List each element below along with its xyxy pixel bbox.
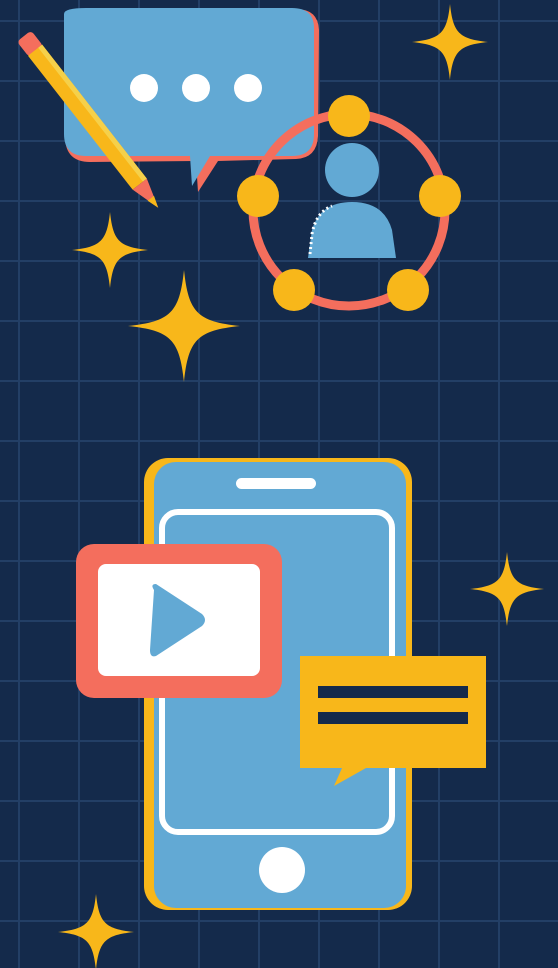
sparkle-icon: [58, 894, 134, 968]
illustration-canvas: [0, 0, 558, 968]
user-network-icon: [237, 95, 461, 311]
sparkle-icon: [412, 4, 488, 80]
sparkle-icon: [470, 552, 544, 626]
video-player-icon: [76, 544, 282, 698]
chat-message-icon: [300, 656, 486, 786]
sparkle-icon: [128, 270, 240, 382]
pencil-icon: [18, 32, 159, 208]
